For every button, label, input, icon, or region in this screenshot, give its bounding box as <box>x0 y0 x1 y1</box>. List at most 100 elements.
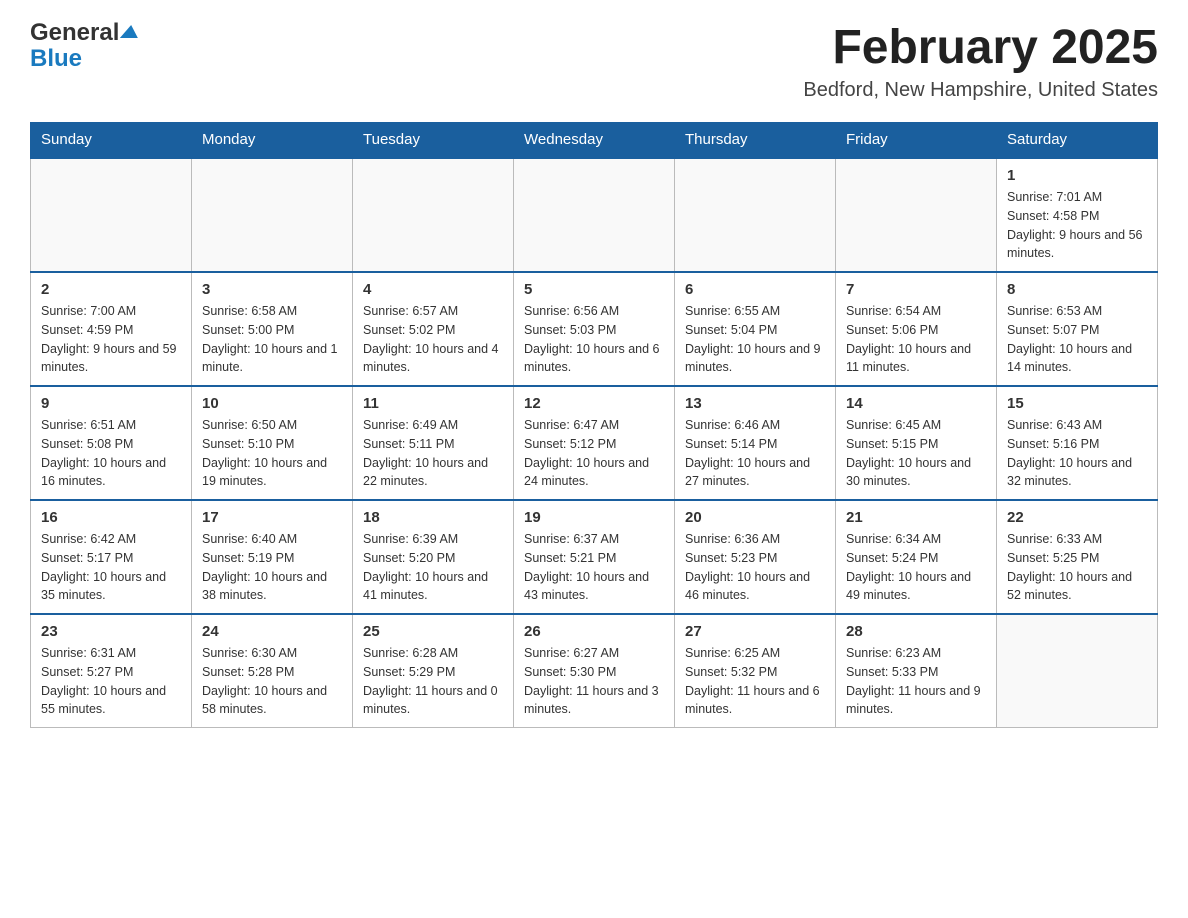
day-info: Sunrise: 6:47 AM Sunset: 5:12 PM Dayligh… <box>524 416 664 491</box>
day-info: Sunrise: 6:30 AM Sunset: 5:28 PM Dayligh… <box>202 644 342 719</box>
calendar-cell: 22 Sunrise: 6:33 AM Sunset: 5:25 PM Dayli… <box>997 500 1158 614</box>
day-number: 13 <box>685 395 825 412</box>
calendar-cell: 16 Sunrise: 6:42 AM Sunset: 5:17 PM Dayli… <box>31 500 192 614</box>
day-info: Sunrise: 6:57 AM Sunset: 5:02 PM Dayligh… <box>363 302 503 377</box>
day-info: Sunrise: 6:28 AM Sunset: 5:29 PM Dayligh… <box>363 644 503 719</box>
weekday-header-saturday: Saturday <box>997 123 1158 158</box>
calendar-cell: 20 Sunrise: 6:36 AM Sunset: 5:23 PM Dayli… <box>675 500 836 614</box>
week-row-1: 2Sunrise: 7:00 AM Sunset: 4:59 PM Daylig… <box>31 272 1158 386</box>
day-number: 12 <box>524 395 664 412</box>
calendar-cell: 10Sunrise: 6:50 AM Sunset: 5:10 PM Dayli… <box>192 386 353 500</box>
logo-triangle-icon <box>120 25 140 38</box>
day-info: Sunrise: 6:34 AM Sunset: 5:24 PM Dayligh… <box>846 530 986 605</box>
calendar-cell <box>675 158 836 273</box>
day-number: 19 <box>524 509 664 526</box>
day-info: Sunrise: 6:56 AM Sunset: 5:03 PM Dayligh… <box>524 302 664 377</box>
day-info: Sunrise: 6:39 AM Sunset: 5:20 PM Dayligh… <box>363 530 503 605</box>
day-info: Sunrise: 6:40 AM Sunset: 5:19 PM Dayligh… <box>202 530 342 605</box>
day-number: 15 <box>1007 395 1147 412</box>
location-label: Bedford, New Hampshire, United States <box>803 79 1158 102</box>
day-info: Sunrise: 6:43 AM Sunset: 5:16 PM Dayligh… <box>1007 416 1147 491</box>
day-info: Sunrise: 7:01 AM Sunset: 4:58 PM Dayligh… <box>1007 188 1147 263</box>
calendar-cell: 17 Sunrise: 6:40 AM Sunset: 5:19 PM Dayli… <box>192 500 353 614</box>
calendar-cell: 3Sunrise: 6:58 AM Sunset: 5:00 PM Daylig… <box>192 272 353 386</box>
calendar-cell: 1 Sunrise: 7:01 AM Sunset: 4:58 PM Daylig… <box>997 158 1158 273</box>
week-row-0: 1 Sunrise: 7:01 AM Sunset: 4:58 PM Daylig… <box>31 158 1158 273</box>
calendar-cell <box>353 158 514 273</box>
calendar-cell <box>997 614 1158 728</box>
day-info: Sunrise: 6:42 AM Sunset: 5:17 PM Dayligh… <box>41 530 181 605</box>
weekday-header-wednesday: Wednesday <box>514 123 675 158</box>
calendar-cell: 2Sunrise: 7:00 AM Sunset: 4:59 PM Daylig… <box>31 272 192 386</box>
day-number: 6 <box>685 281 825 298</box>
calendar-cell <box>514 158 675 273</box>
calendar-cell: 8 Sunrise: 6:53 AM Sunset: 5:07 PM Daylig… <box>997 272 1158 386</box>
day-info: Sunrise: 6:55 AM Sunset: 5:04 PM Dayligh… <box>685 302 825 377</box>
day-number: 17 <box>202 509 342 526</box>
day-info: Sunrise: 6:36 AM Sunset: 5:23 PM Dayligh… <box>685 530 825 605</box>
calendar-cell: 14 Sunrise: 6:45 AM Sunset: 5:15 PM Dayli… <box>836 386 997 500</box>
calendar-cell: 25Sunrise: 6:28 AM Sunset: 5:29 PM Dayli… <box>353 614 514 728</box>
weekday-header-monday: Monday <box>192 123 353 158</box>
calendar-cell: 18 Sunrise: 6:39 AM Sunset: 5:20 PM Dayli… <box>353 500 514 614</box>
day-info: Sunrise: 7:00 AM Sunset: 4:59 PM Dayligh… <box>41 302 181 377</box>
day-info: Sunrise: 6:37 AM Sunset: 5:21 PM Dayligh… <box>524 530 664 605</box>
calendar-cell: 13Sunrise: 6:46 AM Sunset: 5:14 PM Dayli… <box>675 386 836 500</box>
weekday-header-thursday: Thursday <box>675 123 836 158</box>
month-title: February 2025 <box>803 20 1158 75</box>
day-number: 14 <box>846 395 986 412</box>
calendar-cell: 23Sunrise: 6:31 AM Sunset: 5:27 PM Dayli… <box>31 614 192 728</box>
day-info: Sunrise: 6:51 AM Sunset: 5:08 PM Dayligh… <box>41 416 181 491</box>
day-number: 18 <box>363 509 503 526</box>
calendar-cell: 27 Sunrise: 6:25 AM Sunset: 5:32 PM Dayli… <box>675 614 836 728</box>
day-number: 11 <box>363 395 503 412</box>
day-info: Sunrise: 6:23 AM Sunset: 5:33 PM Dayligh… <box>846 644 986 719</box>
logo-blue-text: Blue <box>30 45 82 72</box>
calendar-cell: 4 Sunrise: 6:57 AM Sunset: 5:02 PM Daylig… <box>353 272 514 386</box>
day-info: Sunrise: 6:53 AM Sunset: 5:07 PM Dayligh… <box>1007 302 1147 377</box>
day-number: 4 <box>363 281 503 298</box>
weekday-header-tuesday: Tuesday <box>353 123 514 158</box>
weekday-header-row: SundayMondayTuesdayWednesdayThursdayFrid… <box>31 123 1158 158</box>
day-number: 3 <box>202 281 342 298</box>
day-number: 7 <box>846 281 986 298</box>
weekday-header-sunday: Sunday <box>31 123 192 158</box>
day-number: 27 <box>685 623 825 640</box>
day-info: Sunrise: 6:45 AM Sunset: 5:15 PM Dayligh… <box>846 416 986 491</box>
calendar-cell: 11 Sunrise: 6:49 AM Sunset: 5:11 PM Dayli… <box>353 386 514 500</box>
day-number: 16 <box>41 509 181 526</box>
title-block: February 2025 Bedford, New Hampshire, Un… <box>803 20 1158 102</box>
day-number: 8 <box>1007 281 1147 298</box>
day-number: 22 <box>1007 509 1147 526</box>
week-row-4: 23Sunrise: 6:31 AM Sunset: 5:27 PM Dayli… <box>31 614 1158 728</box>
weekday-header-friday: Friday <box>836 123 997 158</box>
calendar-cell: 15 Sunrise: 6:43 AM Sunset: 5:16 PM Dayli… <box>997 386 1158 500</box>
calendar-cell: 7Sunrise: 6:54 AM Sunset: 5:06 PM Daylig… <box>836 272 997 386</box>
calendar-cell: 5 Sunrise: 6:56 AM Sunset: 5:03 PM Daylig… <box>514 272 675 386</box>
logo-general-text: General <box>30 20 119 46</box>
day-number: 9 <box>41 395 181 412</box>
calendar-cell: 9 Sunrise: 6:51 AM Sunset: 5:08 PM Daylig… <box>31 386 192 500</box>
day-info: Sunrise: 6:25 AM Sunset: 5:32 PM Dayligh… <box>685 644 825 719</box>
calendar-cell: 28 Sunrise: 6:23 AM Sunset: 5:33 PM Dayli… <box>836 614 997 728</box>
week-row-3: 16 Sunrise: 6:42 AM Sunset: 5:17 PM Dayli… <box>31 500 1158 614</box>
calendar-cell <box>31 158 192 273</box>
day-number: 26 <box>524 623 664 640</box>
page-header: General Blue February 2025 Bedford, New … <box>30 20 1158 102</box>
calendar-cell: 19 Sunrise: 6:37 AM Sunset: 5:21 PM Dayli… <box>514 500 675 614</box>
day-number: 20 <box>685 509 825 526</box>
calendar-cell: 6 Sunrise: 6:55 AM Sunset: 5:04 PM Daylig… <box>675 272 836 386</box>
calendar-cell <box>192 158 353 273</box>
day-number: 5 <box>524 281 664 298</box>
day-info: Sunrise: 6:27 AM Sunset: 5:30 PM Dayligh… <box>524 644 664 719</box>
day-number: 28 <box>846 623 986 640</box>
calendar-table: SundayMondayTuesdayWednesdayThursdayFrid… <box>30 122 1158 728</box>
week-row-2: 9 Sunrise: 6:51 AM Sunset: 5:08 PM Daylig… <box>31 386 1158 500</box>
calendar-cell: 24Sunrise: 6:30 AM Sunset: 5:28 PM Dayli… <box>192 614 353 728</box>
day-number: 1 <box>1007 167 1147 184</box>
day-info: Sunrise: 6:49 AM Sunset: 5:11 PM Dayligh… <box>363 416 503 491</box>
day-info: Sunrise: 6:33 AM Sunset: 5:25 PM Dayligh… <box>1007 530 1147 605</box>
calendar-cell: 21Sunrise: 6:34 AM Sunset: 5:24 PM Dayli… <box>836 500 997 614</box>
logo: General Blue <box>30 20 139 73</box>
day-info: Sunrise: 6:31 AM Sunset: 5:27 PM Dayligh… <box>41 644 181 719</box>
